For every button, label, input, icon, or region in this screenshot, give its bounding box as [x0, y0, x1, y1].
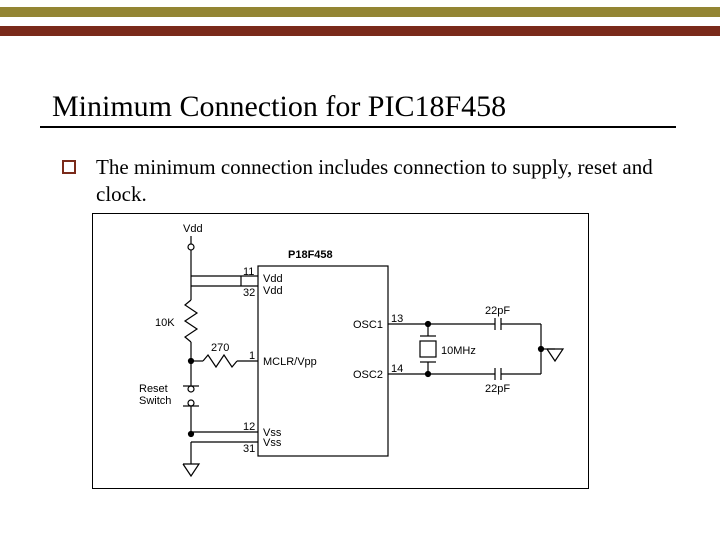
- chip-label: P18F458: [288, 249, 333, 261]
- schematic-frame: P18F458 Vdd 11 32 Vdd Vdd 10K: [92, 213, 589, 489]
- slide-title: Minimum Connection for PIC18F458: [52, 92, 506, 122]
- osc1-name: OSC1: [353, 319, 383, 331]
- pin12-num: 12: [243, 421, 255, 433]
- slide-body-text: The minimum connection includes connecti…: [96, 154, 656, 209]
- pin32-num: 32: [243, 287, 255, 299]
- vdd-supply-label: Vdd: [183, 223, 203, 235]
- vdd-name-1: Vdd: [263, 273, 283, 285]
- vdd-name-2: Vdd: [263, 285, 283, 297]
- reset-switch-label: Reset: [139, 383, 168, 395]
- mclr-name: MCLR/Vpp: [263, 356, 317, 368]
- cap-bot-label: 22pF: [485, 383, 510, 395]
- osc2-num: 14: [391, 363, 403, 375]
- vss-name-2: Vss: [263, 437, 282, 449]
- r-series-label: 270: [211, 342, 229, 354]
- reset-switch-label2: Switch: [139, 395, 171, 407]
- title-underline: [40, 126, 676, 128]
- accent-bar-gold: [0, 7, 720, 17]
- pin1-num: 1: [249, 350, 255, 362]
- crystal-label: 10MHz: [441, 345, 476, 357]
- osc2-name: OSC2: [353, 369, 383, 381]
- pin11-num: 11: [243, 266, 254, 278]
- osc1-num: 13: [391, 313, 403, 325]
- accent-bar-maroon: [0, 26, 720, 36]
- cap-top-label: 22pF: [485, 305, 510, 317]
- pin31-num: 31: [243, 443, 255, 455]
- bullet-icon: [62, 160, 76, 174]
- schematic-svg: P18F458 Vdd 11 32 Vdd Vdd 10K: [93, 214, 588, 488]
- r-pullup-label: 10K: [155, 317, 175, 329]
